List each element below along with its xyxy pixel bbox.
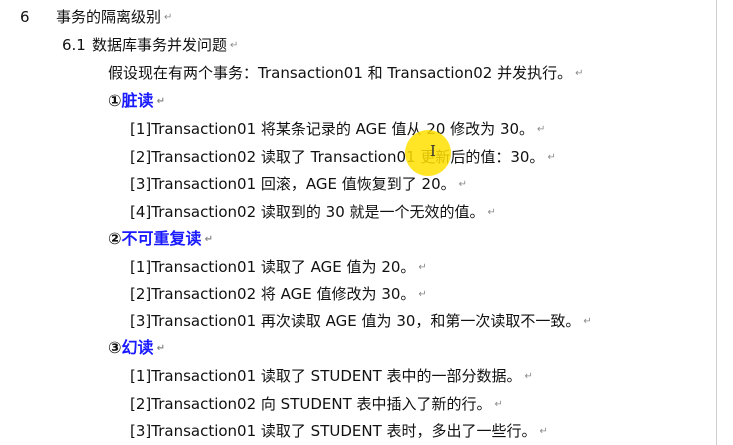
- section-label: 不可重复读: [121, 229, 202, 248]
- list-item: [2]Transaction02 读取了 Transaction01 更新后的值…: [130, 147, 556, 168]
- section-heading: 6 事务的隔离级别 ↵: [20, 7, 172, 28]
- mouse-highlight-circle: [405, 130, 451, 176]
- section-marker: ①: [108, 91, 122, 110]
- paragraph-mark-icon: ↵: [204, 234, 213, 245]
- list-item: [1]Transaction01 读取了 AGE 值为 20。 ↵: [130, 257, 427, 278]
- subheading-number: 6.1: [62, 36, 86, 54]
- section-title-phantom-read: ③幻读 ↵: [108, 338, 165, 359]
- list-item-text: [3]Transaction01 读取了 STUDENT 表时，多出了一些行。: [130, 422, 537, 440]
- paragraph-mark-icon: ↵: [458, 179, 468, 190]
- section-title-non-repeatable-read: ②不可重复读 ↵: [108, 229, 213, 250]
- paragraph-mark-icon: ↵: [547, 152, 556, 163]
- document-page: 6 事务的隔离级别 ↵ 6.1 数据库事务并发问题 ↵ 假设现在有两个事务：Transa…: [0, 0, 733, 445]
- paragraph-mark-icon: ↵: [156, 96, 165, 107]
- list-item-text: [3]Transaction01 回滚，AGE 值恢复到了 20。: [130, 175, 456, 193]
- paragraph-mark-icon: ↵: [156, 343, 165, 354]
- paragraph-mark-icon: ↵: [524, 371, 533, 382]
- list-item-text: [2]Transaction02 将 AGE 值修改为 30。: [130, 285, 416, 303]
- paragraph-mark-icon: ↵: [583, 316, 592, 327]
- paragraph-mark-icon: ↵: [418, 289, 427, 300]
- heading-number: 6: [20, 8, 30, 26]
- paragraph-mark-icon: ↵: [418, 262, 427, 273]
- text-cursor-icon: I: [430, 142, 436, 160]
- section-label: 脏读: [121, 91, 154, 110]
- page-margin-line: [716, 0, 717, 445]
- intro-text: 假设现在有两个事务：Transaction01 和 Transaction02 …: [108, 64, 573, 82]
- list-item: [3]Transaction01 回滚，AGE 值恢复到了 20。 ↵: [130, 174, 467, 195]
- list-item-text: [2]Transaction02 读取了 Transaction01 更新后的值…: [130, 148, 545, 166]
- list-item-text: [1]Transaction01 读取了 STUDENT 表中的一部分数据。: [130, 367, 522, 385]
- paragraph-mark-icon: ↵: [537, 124, 546, 135]
- list-item: [3]Transaction01 读取了 STUDENT 表时，多出了一些行。 ↵: [130, 421, 548, 442]
- heading-title: 事务的隔离级别: [56, 8, 162, 26]
- subsection-heading: 6.1 数据库事务并发问题 ↵: [62, 35, 238, 56]
- section-title-dirty-read: ①脏读 ↵: [108, 91, 165, 112]
- list-item: [2]Transaction02 向 STUDENT 表中插入了新的行。 ↵: [130, 394, 503, 415]
- section-marker: ②: [108, 229, 122, 248]
- paragraph-mark-icon: ↵: [539, 426, 548, 437]
- section-marker: ③: [108, 338, 122, 357]
- paragraph-mark-icon: ↵: [164, 12, 173, 23]
- list-item-text: [1]Transaction01 读取了 AGE 值为 20。: [130, 258, 416, 276]
- subheading-title: 数据库事务并发问题: [92, 36, 228, 54]
- section-label: 幻读: [121, 338, 154, 357]
- list-item: [1]Transaction01 读取了 STUDENT 表中的一部分数据。 ↵: [130, 366, 533, 387]
- paragraph-mark-icon: ↵: [230, 40, 239, 51]
- list-item: [2]Transaction02 将 AGE 值修改为 30。 ↵: [130, 284, 427, 305]
- list-item: [1]Transaction01 将某条记录的 AGE 值从 20 修改为 30…: [130, 119, 545, 140]
- intro-paragraph: 假设现在有两个事务：Transaction01 和 Transaction02 …: [108, 63, 584, 84]
- paragraph-mark-icon: ↵: [487, 207, 496, 218]
- list-item-text: [4]Transaction02 读取到的 30 就是一个无效的值。: [130, 203, 485, 221]
- list-item: [3]Transaction01 再次读取 AGE 值为 30，和第一次读取不一…: [130, 311, 592, 332]
- list-item: [4]Transaction02 读取到的 30 就是一个无效的值。 ↵: [130, 202, 496, 223]
- paragraph-mark-icon: ↵: [494, 399, 503, 410]
- list-item-text: [1]Transaction01 将某条记录的 AGE 值从 20 修改为 30…: [130, 120, 535, 138]
- list-item-text: [3]Transaction01 再次读取 AGE 值为 30，和第一次读取不一…: [130, 312, 581, 330]
- list-item-text: [2]Transaction02 向 STUDENT 表中插入了新的行。: [130, 395, 492, 413]
- paragraph-mark-icon: ↵: [575, 68, 584, 79]
